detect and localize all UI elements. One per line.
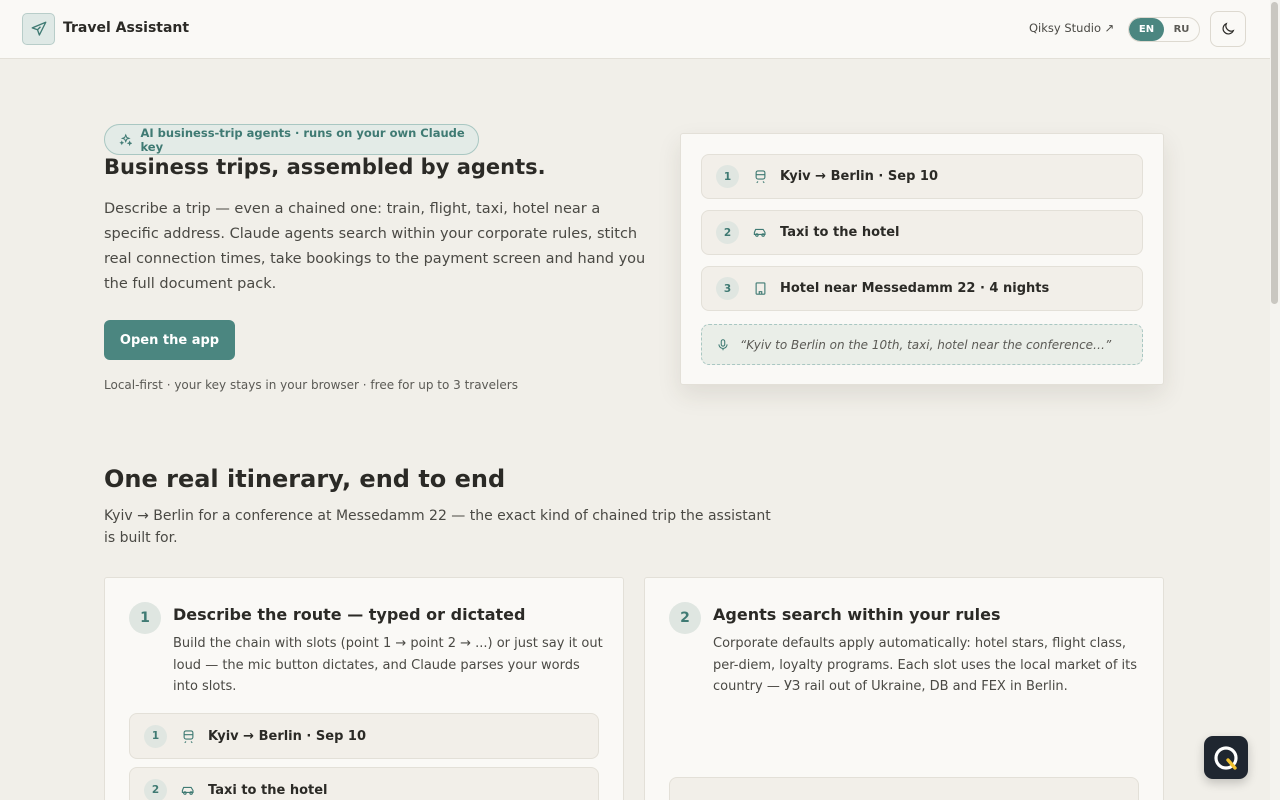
train-icon: [752, 169, 768, 185]
search-result-item[interactable]: [669, 777, 1139, 800]
slot-label: Taxi to the hotel: [780, 225, 900, 240]
open-app-button[interactable]: Open the app: [104, 320, 235, 360]
slot-number: 2: [144, 778, 167, 800]
train-icon: [180, 728, 196, 744]
microphone-icon: [718, 338, 728, 350]
step-number: 2: [669, 602, 701, 634]
language-toggle: EN RU: [1128, 17, 1200, 42]
step-card-2: 2 Agents search within your rules Corpor…: [644, 577, 1164, 800]
itinerary-preview-card: 1 Kyiv → Berlin · Sep 10 2 Taxi to the h…: [680, 133, 1164, 385]
slot-item[interactable]: 3 Hotel near Messedamm 22 · 4 nights: [701, 266, 1143, 311]
slot-item[interactable]: 2 Taxi to the hotel: [129, 767, 599, 800]
hotel-icon: [752, 281, 768, 297]
hero-badge: AI business-trip agents · runs on your o…: [104, 124, 479, 155]
step-title: Describe the route — typed or dictated: [173, 605, 526, 624]
top-header: Travel Assistant Qiksy Studio ↗ EN RU: [0, 0, 1270, 59]
section-description: Kyiv → Berlin for a conference at Messed…: [104, 508, 771, 546]
hero-note: Local-first · your key stays in your bro…: [104, 378, 518, 392]
lang-ru-button[interactable]: RU: [1164, 18, 1199, 41]
slot-number: 3: [716, 277, 739, 300]
sparkles-icon: [119, 133, 133, 146]
hero-title: Business trips, assembled by agents.: [104, 155, 546, 179]
hero-description: Describe a trip — even a chained one: tr…: [104, 201, 646, 292]
car-icon: [180, 782, 196, 798]
slot-number: 2: [716, 221, 739, 244]
qiksy-widget-button[interactable]: [1204, 736, 1248, 779]
step-title: Agents search within your rules: [713, 605, 1001, 624]
paper-plane-icon[interactable]: [22, 13, 55, 45]
slot-number: 1: [716, 165, 739, 188]
brand-name[interactable]: Travel Assistant: [63, 20, 189, 36]
moon-icon: [1222, 22, 1235, 35]
step-description: Build the chain with slots (point 1 → po…: [173, 636, 603, 694]
studio-link[interactable]: Qiksy Studio ↗: [1029, 21, 1114, 35]
step-description: Corporate defaults apply automatically: …: [713, 636, 1138, 694]
slot-item[interactable]: 1 Kyiv → Berlin · Sep 10: [701, 154, 1143, 199]
slot-number: 1: [144, 724, 167, 748]
slot-label: Kyiv → Berlin · Sep 10: [208, 728, 366, 744]
slot-item[interactable]: 1 Kyiv → Berlin · Sep 10: [129, 713, 599, 759]
lang-en-button[interactable]: EN: [1129, 18, 1164, 41]
slot-label: Taxi to the hotel: [208, 782, 328, 798]
qiksy-logo-icon: [1214, 745, 1238, 770]
step-card-1: 1 Describe the route — typed or dictated…: [104, 577, 624, 800]
section-title: One real itinerary, end to end: [104, 465, 506, 493]
scrollbar-thumb[interactable]: [1271, 2, 1278, 304]
hero-badge-text: AI business-trip agents · runs on your o…: [140, 125, 465, 154]
car-icon: [752, 225, 768, 241]
dictation-prompt[interactable]: “Kyiv to Berlin on the 10th, taxi, hotel…: [701, 324, 1143, 365]
slot-label: Hotel near Messedamm 22 · 4 nights: [780, 281, 1050, 296]
slot-item[interactable]: 2 Taxi to the hotel: [701, 210, 1143, 255]
dictation-text: “Kyiv to Berlin on the 10th, taxi, hotel…: [740, 337, 1112, 352]
slot-label: Kyiv → Berlin · Sep 10: [780, 169, 938, 184]
step-number: 1: [129, 602, 161, 634]
theme-toggle-button[interactable]: [1210, 11, 1246, 47]
